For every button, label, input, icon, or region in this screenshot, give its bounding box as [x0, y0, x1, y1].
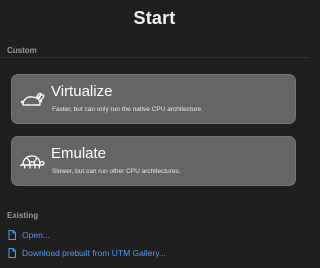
- document-icon: [8, 230, 16, 240]
- emulate-title: Emulate: [51, 145, 107, 162]
- turtle-icon: [18, 150, 46, 172]
- section-label-existing: Existing: [7, 211, 39, 220]
- rabbit-icon: [18, 88, 46, 110]
- document-icon: [8, 248, 16, 258]
- emulate-description: Slower, but can run other CPU architectu…: [52, 168, 181, 175]
- open-link-label: Open...: [22, 230, 50, 240]
- virtualize-button[interactable]: Virtualize Faster, but can only run the …: [11, 74, 296, 124]
- download-gallery-link-label: Download prebuilt from UTM Gallery...: [22, 248, 166, 258]
- download-gallery-link[interactable]: Download prebuilt from UTM Gallery...: [8, 247, 166, 259]
- virtualize-description: Faster, but can only run the native CPU …: [52, 106, 204, 113]
- section-label-custom: Custom: [7, 46, 37, 55]
- open-link[interactable]: Open...: [8, 229, 50, 241]
- virtualize-title: Virtualize: [51, 83, 113, 100]
- emulate-button[interactable]: Emulate Slower, but can run other CPU ar…: [11, 136, 296, 186]
- window-title: Start: [133, 8, 176, 28]
- section-divider-custom: [0, 57, 309, 58]
